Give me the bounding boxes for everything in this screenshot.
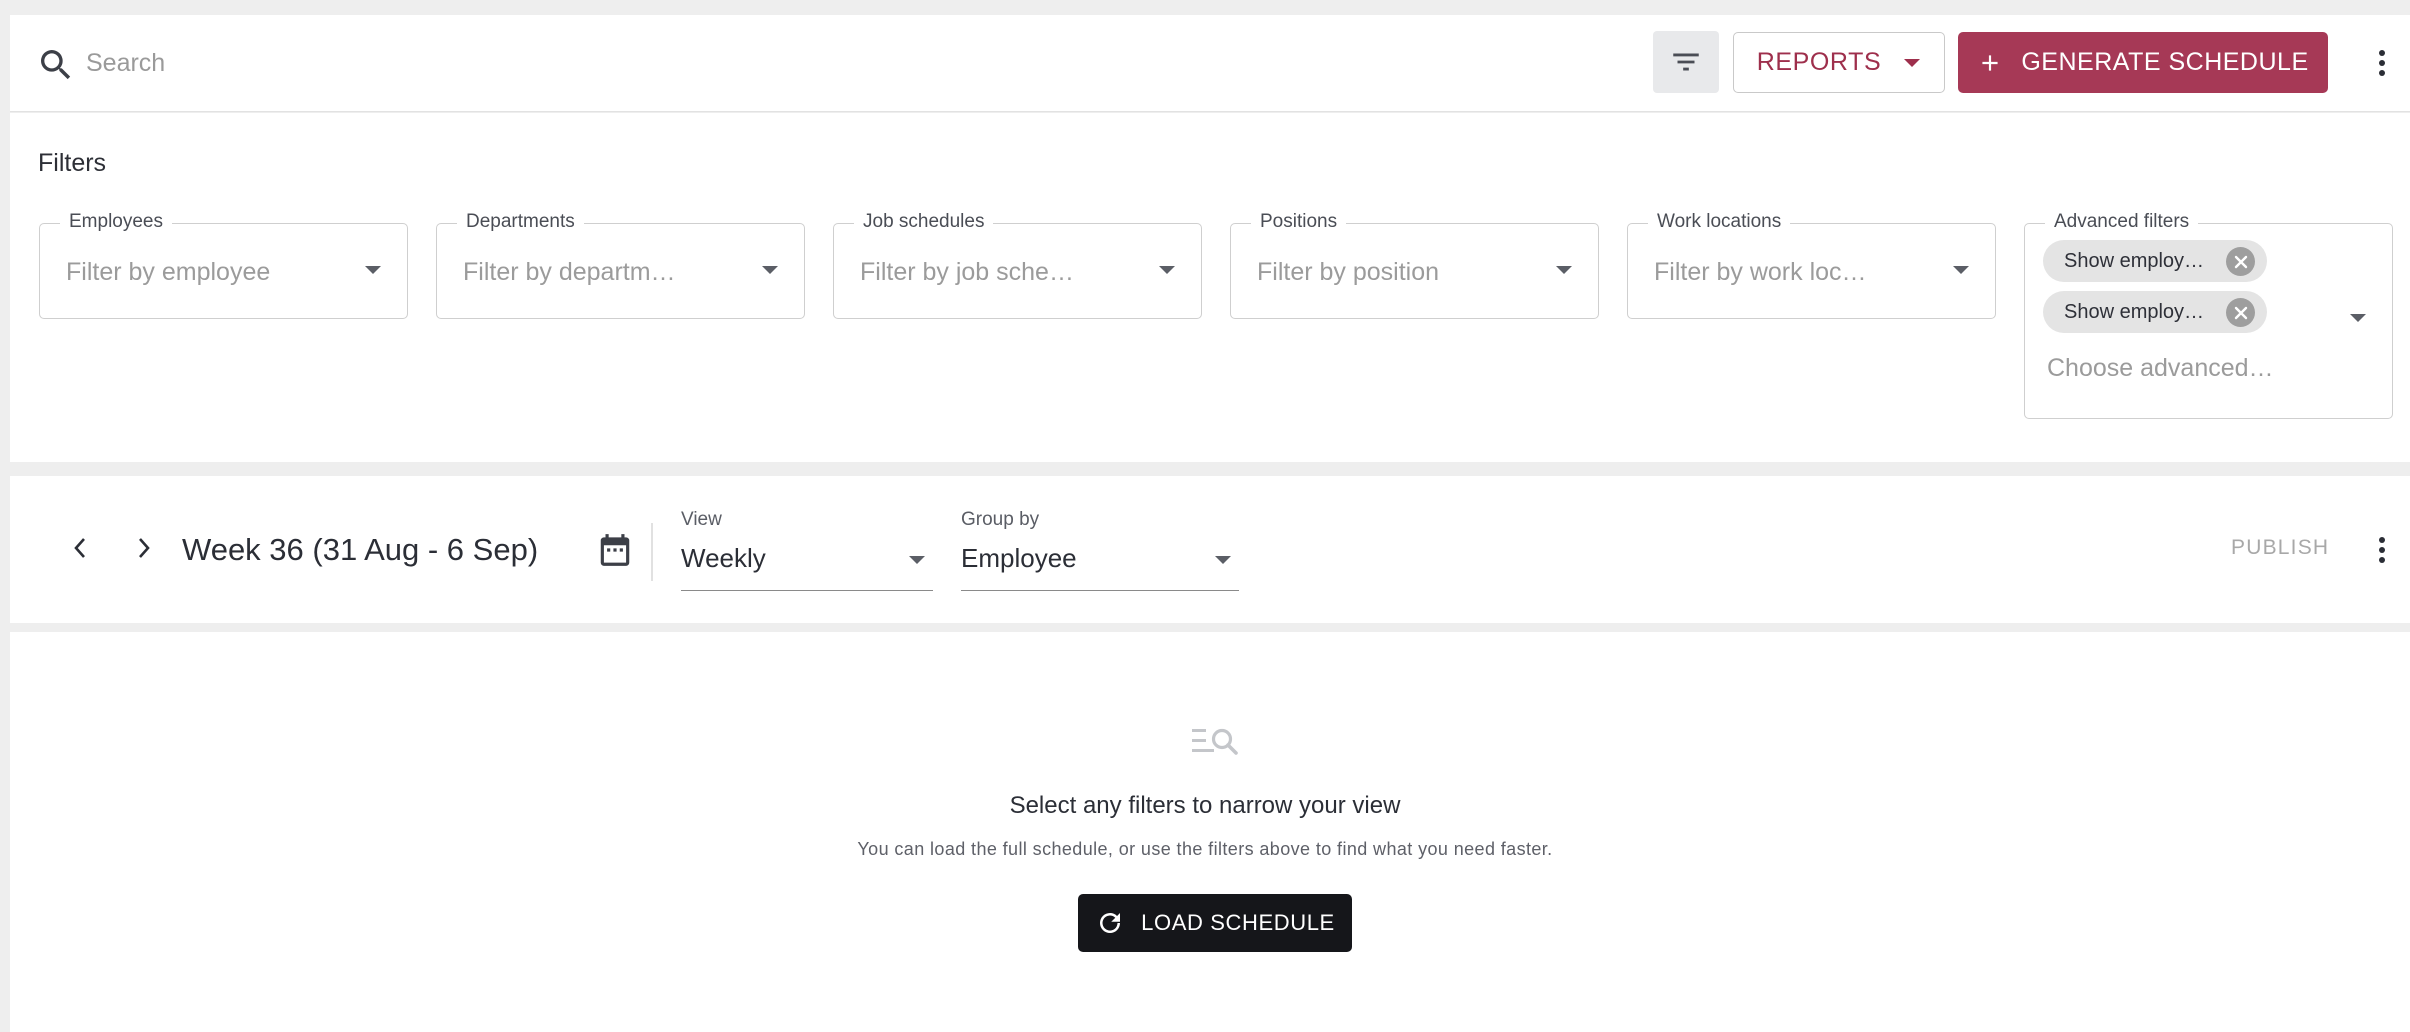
advanced-filter-chip[interactable]: Show employ… <box>2043 240 2267 282</box>
caret-down-icon <box>1904 58 1921 67</box>
employees-filter-label: Employees <box>60 211 172 233</box>
work-locations-filter[interactable]: Work locations Filter by work loc… <box>1627 211 1996 319</box>
advanced-filter-chip[interactable]: Show employ… <box>2043 291 2267 333</box>
schedule-header: Week 36 (31 Aug - 6 Sep) View Weekly Gro… <box>10 476 2410 623</box>
view-select-value: Weekly <box>681 543 766 573</box>
load-schedule-button[interactable]: LOAD SCHEDULE <box>1078 894 1352 952</box>
view-select[interactable]: View Weekly <box>681 509 933 591</box>
caret-down-icon <box>762 266 778 274</box>
divider <box>651 523 653 581</box>
group-by-select[interactable]: Group by Employee <box>961 509 1239 591</box>
departments-filter[interactable]: Departments Filter by departm… <box>436 211 805 319</box>
caret-down-icon <box>909 556 925 564</box>
caret-down-icon <box>1556 266 1572 274</box>
caret-down-icon <box>2350 314 2366 322</box>
filter-toggle-button[interactable] <box>1653 31 1719 93</box>
generate-schedule-label: GENERATE SCHEDULE <box>2021 48 2309 76</box>
reports-button[interactable]: REPORTS <box>1733 32 1945 93</box>
empty-state-title: Select any filters to narrow your view <box>1009 792 1401 819</box>
employees-filter-placeholder: Filter by employee <box>66 258 271 286</box>
empty-state-subtitle: You can load the full schedule, or use t… <box>857 839 1553 859</box>
caret-down-icon <box>365 266 381 274</box>
work-locations-filter-label: Work locations <box>1648 211 1791 233</box>
reports-button-label: REPORTS <box>1756 48 1882 76</box>
positions-filter[interactable]: Positions Filter by position <box>1230 211 1599 319</box>
search-icon <box>41 50 71 80</box>
positions-filter-label: Positions <box>1251 211 1347 233</box>
more-options-icon[interactable] <box>2364 530 2400 570</box>
job-schedules-filter-label: Job schedules <box>854 211 994 233</box>
caret-down-icon <box>1215 556 1231 564</box>
generate-schedule-button[interactable]: GENERATE SCHEDULE <box>1958 32 2328 93</box>
job-schedules-filter-placeholder: Filter by job sche… <box>860 258 1074 286</box>
view-select-label: View <box>681 509 722 530</box>
close-icon[interactable] <box>2226 247 2255 276</box>
departments-filter-placeholder: Filter by departm… <box>463 258 676 286</box>
top-toolbar: REPORTS GENERATE SCHEDULE <box>10 15 2410 112</box>
search-list-icon <box>1192 728 1238 755</box>
schedule-empty-state: Select any filters to narrow your view Y… <box>10 632 2410 1032</box>
group-by-select-label: Group by <box>961 509 1040 530</box>
advanced-filters-label: Advanced filters <box>2045 211 2199 233</box>
week-title: Week 36 (31 Aug - 6 Sep) <box>182 532 539 567</box>
calendar-icon[interactable] <box>596 531 634 569</box>
chevron-right-icon[interactable] <box>126 528 162 568</box>
filters-panel: Filters Employees Filter by employee Dep… <box>10 113 2410 462</box>
plus-icon <box>1982 54 1998 71</box>
caret-down-icon <box>1953 266 1969 274</box>
chevron-left-icon[interactable] <box>62 528 98 568</box>
filters-title: Filters <box>38 149 107 177</box>
caret-down-icon <box>1159 266 1175 274</box>
employees-filter[interactable]: Employees Filter by employee <box>39 211 408 319</box>
positions-filter-placeholder: Filter by position <box>1257 258 1440 286</box>
more-options-icon[interactable] <box>2364 43 2400 83</box>
filter-list-icon <box>1673 53 1699 71</box>
publish-button[interactable]: PUBLISH <box>2231 536 2329 560</box>
search-input[interactable] <box>86 41 986 85</box>
close-icon[interactable] <box>2226 298 2255 327</box>
chip-label: Show employ… <box>2064 300 2205 323</box>
work-locations-filter-placeholder: Filter by work loc… <box>1654 258 1867 286</box>
load-schedule-label: LOAD SCHEDULE <box>1141 910 1335 935</box>
chip-label: Show employ… <box>2064 249 2205 272</box>
departments-filter-label: Departments <box>457 211 584 233</box>
advanced-filters-placeholder: Choose advanced… <box>2047 354 2274 382</box>
refresh-icon <box>1100 913 1121 933</box>
job-schedules-filter[interactable]: Job schedules Filter by job sche… <box>833 211 1202 319</box>
advanced-filters[interactable]: Advanced filters Show employ… Show emplo… <box>2024 211 2393 419</box>
group-by-select-value: Employee <box>961 543 1077 573</box>
